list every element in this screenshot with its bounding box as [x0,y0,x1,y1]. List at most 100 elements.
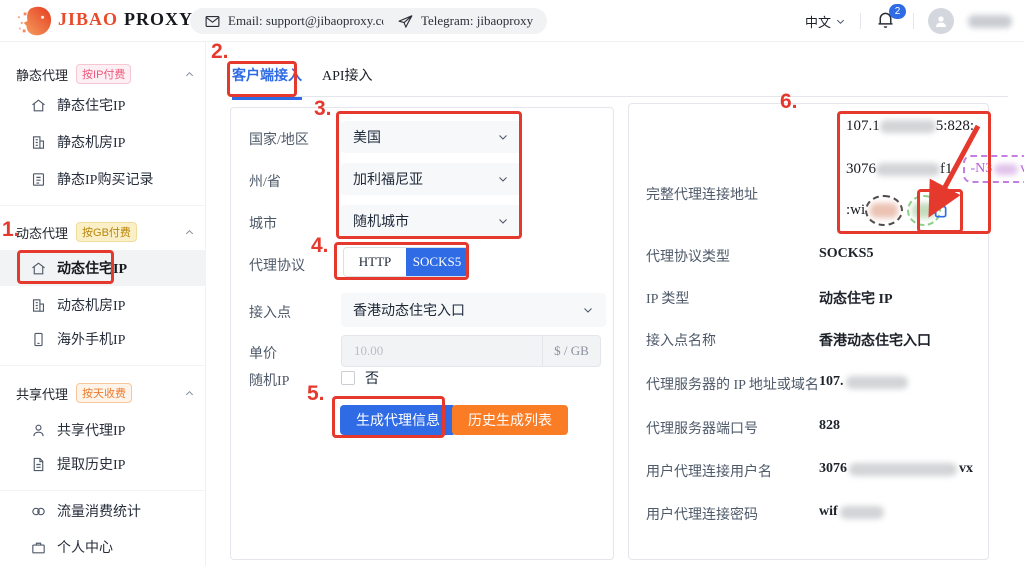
random-ip-row: 否 [341,368,379,388]
divider [860,13,861,29]
group-title: 静态代理 [16,65,68,84]
lion-logo-icon [16,4,54,38]
endpoint-select[interactable]: 香港动态住宅入口 [341,293,606,327]
price-label: 单价 [249,343,277,363]
random-ip-checkbox[interactable] [341,371,355,385]
password-value: wif [819,504,884,520]
sidebar-item-overseas-mobile-ip[interactable]: 海外手机IP [0,321,206,357]
address-line-1: 107.1 5:828: [846,116,974,136]
billing-badge: 按GB付费 [76,222,137,242]
transfer-icon [30,503,47,520]
username-value: 3076 vx [819,461,973,477]
address-line-3: :wi [846,200,941,220]
sidebar-item-static-ip-purchase-history[interactable]: 静态IP购买记录 [0,161,206,197]
notification-bell[interactable]: 2 [875,9,899,33]
sidebar-item-label: 提取历史IP [57,454,125,474]
chevron-up-icon [184,69,195,80]
history-list-button[interactable]: 历史生成列表 [452,405,568,435]
sidebar-item-label: 海外手机IP [57,329,125,349]
price-input[interactable]: 10.00 $ / GB [341,335,601,367]
protocol-toggle: HTTP SOCKS5 [343,247,469,277]
protocol-type-label: 代理协议类型 [646,246,730,266]
full-address-label: 完整代理连接地址 [646,184,758,204]
sidebar-item-dynamic-residential-ip[interactable]: 动态住宅IP [0,250,206,286]
address-text: 107.1 [846,118,880,135]
endpoint-label: 接入点 [249,302,291,322]
avatar[interactable] [928,8,954,34]
username-redacted [968,15,1012,28]
highlight-oval-black [865,195,903,226]
chevron-down-icon [497,215,509,227]
divider [0,490,205,491]
user-icon [30,422,47,439]
redacted-segment [846,376,908,389]
top-bar: JIBAO PROXY Email: support@jibaoproxy.com… [0,0,1024,42]
sidebar-group-static-proxy[interactable]: 静态代理 按IP付费 [16,64,195,84]
telegram-contact-pill[interactable]: Telegram: jibaoproxy [383,8,547,34]
divider [0,205,205,206]
copy-address-button[interactable] [929,200,949,220]
endpoint-value: 香港动态住宅入口 [353,300,465,320]
notification-badge: 2 [889,4,906,19]
chevron-up-icon [184,388,195,399]
sidebar-item-label: 个人中心 [57,537,113,557]
sidebar-item-dynamic-datacenter-ip[interactable]: 动态机房IP [0,287,206,323]
ip-type-value: 动态住宅 IP [819,288,893,308]
sidebar-item-label: 流量消费统计 [57,501,141,521]
annotation-step-2: 2. [211,40,229,64]
protocol-option-http[interactable]: HTTP [344,248,406,276]
tab-client-access[interactable]: 客户端接入 [232,65,302,100]
sidebar-group-dynamic-proxy[interactable]: 动态代理 按GB付费 [16,222,195,242]
email-contact-pill[interactable]: Email: support@jibaoproxy.com [190,8,412,34]
country-value: 美国 [353,127,381,147]
app-root: JIBAO PROXY Email: support@jibaoproxy.com… [0,0,1024,566]
building-icon [30,134,47,151]
redacted-segment [849,463,957,476]
person-icon [933,13,949,29]
sidebar-item-static-datacenter-ip[interactable]: 静态机房IP [0,124,206,160]
price-unit: $ / GB [542,336,600,366]
redacted-segment [880,120,936,133]
brand-primary: JIBAO [58,9,118,29]
tab-api-access[interactable]: API接入 [322,65,373,97]
country-select[interactable]: 美国 [341,121,521,153]
password-label: 用户代理连接密码 [646,504,758,524]
protocol-type-value: SOCKS5 [819,246,873,262]
sidebar-item-personal-center[interactable]: 个人中心 [0,529,206,565]
sidebar-item-shared-proxy-ip[interactable]: 共享代理IP [0,412,206,448]
generate-proxy-button[interactable]: 生成代理信息 [340,405,456,435]
tag-text: vx [1020,161,1024,177]
sidebar-item-label: 静态机房IP [57,132,125,152]
value-text: vx [959,461,973,477]
brand-secondary: PROXY [124,9,193,29]
redacted-segment [840,506,884,519]
sidebar-item-traffic-statistics[interactable]: 流量消费统计 [0,493,206,529]
sidebar-item-extract-history-ip[interactable]: 提取历史IP [0,446,206,482]
sidebar-group-shared-proxy[interactable]: 共享代理 按天收费 [16,383,195,403]
chevron-up-icon [184,227,195,238]
address-line-2: 3076 f1 -N3 vx [846,159,1024,179]
billing-badge: 按IP付费 [76,64,131,84]
divider [913,13,914,29]
language-selector[interactable]: 中文 [805,12,846,31]
billing-badge: 按天收费 [76,383,132,403]
city-value: 随机城市 [353,211,409,231]
state-value: 加利福尼亚 [353,169,423,189]
chevron-down-icon [497,131,509,143]
address-text: 5:828: [936,118,974,135]
city-select[interactable]: 随机城市 [341,205,521,237]
sidebar-item-label: 动态机房IP [57,295,125,315]
home-icon [30,97,47,114]
protocol-option-socks5[interactable]: SOCKS5 [406,248,468,276]
sidebar: 静态代理 按IP付费 静态住宅IP 静态机房IP 静态IP购买记录 动态代理 按… [0,42,206,566]
value-text: wif [819,504,838,520]
sidebar-item-static-residential-ip[interactable]: 静态住宅IP [0,87,206,123]
chevron-down-icon [497,173,509,185]
email-text: Email: support@jibaoproxy.com [228,13,398,29]
state-select[interactable]: 加利福尼亚 [341,163,521,195]
group-title: 动态代理 [16,223,68,242]
home-icon [30,260,47,277]
tab-bar: 客户端接入 API接入 [230,56,1008,97]
briefcase-icon [30,539,47,556]
brand-title: JIBAO PROXY [58,9,193,30]
